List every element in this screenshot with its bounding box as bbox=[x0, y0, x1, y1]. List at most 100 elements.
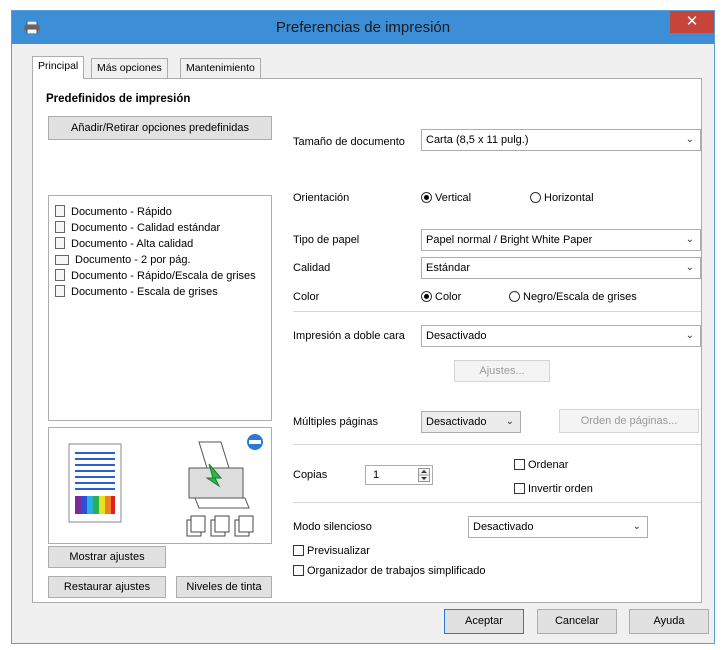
quality-value: Estándar bbox=[426, 262, 471, 274]
color-label: Color bbox=[293, 291, 320, 303]
chevron-down-icon: ⌄ bbox=[685, 234, 694, 245]
organizer-label: Organizador de trabajos simplificado bbox=[307, 565, 486, 577]
add-remove-presets-button[interactable]: Añadir/Retirar opciones predefinidas bbox=[48, 116, 272, 140]
quality-select[interactable]: Estándar ⌄ bbox=[421, 257, 701, 279]
duplex-select[interactable]: Desactivado ⌄ bbox=[421, 325, 701, 347]
copies-value: 1 bbox=[373, 469, 380, 481]
radio-selected-icon bbox=[421, 192, 432, 203]
document-size-select[interactable]: Carta (8,5 x 11 pulg.) ⌄ bbox=[421, 129, 701, 151]
multipage-select[interactable]: Desactivado ⌄ bbox=[421, 411, 521, 433]
paper-type-select[interactable]: Papel normal / Bright White Paper ⌄ bbox=[421, 229, 701, 251]
close-icon: ✕ bbox=[685, 13, 699, 30]
orientation-horizontal-radio[interactable]: Horizontal bbox=[530, 192, 594, 204]
preview-label: Previsualizar bbox=[307, 545, 370, 557]
radio-selected-icon bbox=[421, 291, 432, 302]
divider bbox=[293, 444, 701, 445]
quiet-mode-value: Desactivado bbox=[473, 521, 534, 533]
quality-label: Calidad bbox=[293, 262, 331, 274]
principal-panel: Predefinidos de impresión Añadir/Retirar… bbox=[32, 78, 702, 603]
chevron-down-icon: ⌄ bbox=[685, 262, 694, 273]
tab-principal[interactable]: Principal bbox=[32, 56, 85, 79]
list-item-label: Documento - 2 por pág. bbox=[75, 254, 191, 266]
list-item-label: Documento - Rápido/Escala de grises bbox=[71, 270, 256, 282]
list-item-label: Documento - Alta calidad bbox=[71, 238, 194, 250]
chevron-down-icon: ⌄ bbox=[505, 416, 514, 427]
document-icon bbox=[55, 221, 65, 233]
list-item[interactable]: Documento - 2 por pág. bbox=[55, 252, 191, 268]
tab-mantenimiento[interactable]: Mantenimiento bbox=[180, 58, 261, 78]
grayscale-option-label: Negro/Escala de grises bbox=[523, 291, 637, 303]
two-page-icon bbox=[55, 255, 69, 265]
orientation-horizontal-label: Horizontal bbox=[544, 192, 594, 204]
checkbox-icon bbox=[514, 483, 525, 494]
quiet-mode-select[interactable]: Desactivado ⌄ bbox=[468, 516, 648, 538]
multipage-value: Desactivado bbox=[426, 416, 487, 428]
print-preview-area bbox=[48, 427, 272, 544]
preview-illustration bbox=[68, 434, 263, 537]
ok-button[interactable]: Aceptar bbox=[444, 609, 524, 634]
presets-list[interactable]: Documento - Rápido Documento - Calidad e… bbox=[48, 195, 272, 421]
chevron-down-icon: ⌄ bbox=[685, 134, 694, 145]
title-bar[interactable]: Preferencias de impresión ✕ bbox=[12, 11, 714, 44]
list-item[interactable]: Documento - Calidad estándar bbox=[55, 220, 220, 236]
presets-heading: Predefinidos de impresión bbox=[46, 93, 191, 105]
list-item[interactable]: Documento - Alta calidad bbox=[55, 236, 193, 252]
orientation-vertical-label: Vertical bbox=[435, 192, 472, 204]
divider bbox=[293, 311, 701, 312]
color-option-label: Color bbox=[435, 291, 462, 303]
duplex-adjust-button[interactable]: Ajustes... bbox=[454, 360, 550, 382]
duplex-label: Impresión a doble cara bbox=[293, 330, 405, 342]
collate-pages-icon bbox=[186, 515, 254, 537]
copies-stepper[interactable]: 1 bbox=[365, 465, 433, 485]
document-icon bbox=[55, 237, 65, 249]
color-radio[interactable]: Color bbox=[421, 291, 461, 303]
document-icon bbox=[55, 269, 65, 281]
paper-type-value: Papel normal / Bright White Paper bbox=[426, 234, 593, 246]
cancel-button[interactable]: Cancelar bbox=[537, 609, 617, 634]
radio-unselected-icon bbox=[530, 192, 541, 203]
list-item[interactable]: Documento - Rápido/Escala de grises bbox=[55, 268, 256, 284]
preview-checkbox[interactable]: Previsualizar bbox=[293, 545, 370, 557]
info-icon bbox=[247, 434, 263, 450]
reverse-order-label: Invertir orden bbox=[528, 483, 593, 495]
grayscale-radio[interactable]: Negro/Escala de grises bbox=[509, 291, 637, 303]
page-order-button[interactable]: Orden de páginas... bbox=[559, 409, 699, 433]
document-icon bbox=[55, 285, 65, 297]
paper-type-label: Tipo de papel bbox=[293, 234, 360, 246]
window-title: Preferencias de impresión bbox=[275, 19, 451, 36]
ink-levels-button[interactable]: Niveles de tinta bbox=[176, 576, 272, 598]
checkbox-icon bbox=[514, 459, 525, 470]
reverse-order-checkbox[interactable]: Invertir orden bbox=[514, 483, 593, 495]
tab-mas-opciones[interactable]: Más opciones bbox=[91, 58, 168, 78]
checkbox-icon bbox=[293, 545, 304, 556]
orientation-label: Orientación bbox=[293, 192, 350, 204]
list-item-label: Documento - Escala de grises bbox=[71, 286, 218, 298]
radio-unselected-icon bbox=[509, 291, 520, 302]
chevron-down-icon: ⌄ bbox=[685, 330, 694, 341]
list-item[interactable]: Documento - Rápido bbox=[55, 204, 172, 220]
copies-label: Copias bbox=[293, 469, 328, 481]
close-button[interactable]: ✕ bbox=[670, 11, 714, 33]
page-preview-icon bbox=[68, 443, 122, 523]
list-item[interactable]: Documento - Escala de grises bbox=[55, 284, 218, 300]
list-item-label: Documento - Rápido bbox=[71, 206, 172, 218]
divider bbox=[293, 502, 701, 503]
quiet-mode-label: Modo silencioso bbox=[293, 521, 372, 533]
print-preferences-window: Preferencias de impresión ✕ Principal Má… bbox=[11, 10, 715, 644]
orientation-vertical-radio[interactable]: Vertical bbox=[421, 192, 471, 204]
document-size-value: Carta (8,5 x 11 pulg.) bbox=[426, 134, 529, 146]
collate-checkbox[interactable]: Ordenar bbox=[514, 459, 568, 471]
document-icon bbox=[55, 205, 65, 217]
spin-arrows-icon[interactable] bbox=[418, 468, 430, 482]
help-button[interactable]: Ayuda bbox=[629, 609, 709, 634]
multipage-label: Múltiples páginas bbox=[293, 416, 378, 428]
chevron-down-icon: ⌄ bbox=[632, 521, 641, 532]
list-item-label: Documento - Calidad estándar bbox=[71, 222, 221, 234]
printer-feed-icon bbox=[188, 441, 250, 509]
show-settings-button[interactable]: Mostrar ajustes bbox=[48, 546, 166, 568]
restore-settings-button[interactable]: Restaurar ajustes bbox=[48, 576, 166, 598]
document-size-label: Tamaño de documento bbox=[293, 136, 405, 148]
organizer-checkbox[interactable]: Organizador de trabajos simplificado bbox=[293, 565, 486, 577]
collate-label: Ordenar bbox=[528, 459, 569, 471]
checkbox-icon bbox=[293, 565, 304, 576]
